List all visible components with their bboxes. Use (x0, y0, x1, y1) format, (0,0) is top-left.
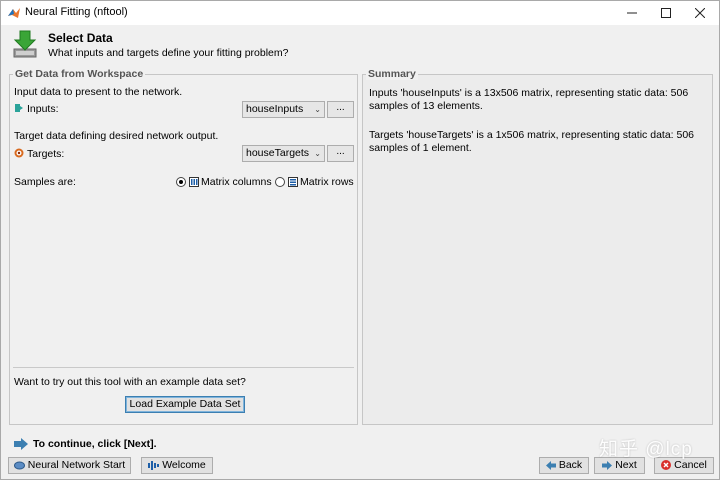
inputs-browse-button[interactable]: ... (327, 101, 354, 118)
matrix-rows-icon (288, 177, 298, 187)
nftool-window: Neural Fitting (nftool) Select Data What… (0, 0, 720, 480)
panel-divider (13, 367, 354, 368)
workspace-panel: Get Data from Workspace (9, 68, 358, 425)
example-prompt: Want to try out this tool with an exampl… (14, 376, 246, 388)
back-button[interactable]: Back (539, 457, 589, 474)
page-subtitle: What inputs and targets define your fitt… (48, 47, 289, 59)
next-arrow-icon (602, 460, 613, 470)
maximize-button[interactable] (649, 1, 683, 25)
back-label: Back (558, 459, 583, 471)
welcome-label: Welcome (162, 459, 206, 471)
window-title: Neural Fitting (nftool) (25, 6, 128, 18)
matrix-columns-radio[interactable] (176, 177, 186, 187)
watermark-text: 知乎 @lcp (599, 439, 693, 460)
matrix-columns-label[interactable]: Matrix columns (201, 176, 272, 188)
targets-prompt: Target data defining desired network out… (14, 130, 219, 142)
input-icon (15, 104, 23, 112)
targets-select[interactable]: houseTargets ⌄ (242, 145, 325, 162)
summary-inputs-text: Inputs 'houseInputs' is a 13x506 matrix,… (369, 87, 689, 112)
minimize-button[interactable] (615, 1, 649, 25)
welcome-icon (148, 460, 160, 470)
close-icon (695, 8, 705, 18)
matrix-rows-radio[interactable] (275, 177, 285, 187)
continue-hint: To continue, click [Next]. (33, 438, 157, 450)
title-bar: Neural Fitting (nftool) (1, 1, 719, 25)
load-example-button[interactable]: Load Example Data Set (125, 396, 245, 413)
maximize-icon (661, 8, 671, 18)
nn-start-label: Neural Network Start (27, 459, 126, 471)
inputs-select-value: houseInputs (246, 103, 304, 115)
workspace-panel-title: Get Data from Workspace (13, 68, 146, 80)
chevron-down-icon: ⌄ (314, 149, 321, 158)
summary-panel: Summary (362, 68, 713, 425)
info-arrow-icon (14, 438, 28, 450)
close-button[interactable] (683, 1, 717, 25)
matlab-icon (8, 8, 20, 18)
back-arrow-icon (545, 460, 556, 470)
nn-start-button[interactable]: Neural Network Start (8, 457, 131, 474)
download-arrow-icon (13, 30, 37, 58)
matrix-rows-label[interactable]: Matrix rows (300, 176, 354, 188)
inputs-prompt: Input data to present to the network. (14, 86, 183, 98)
minimize-icon (627, 12, 637, 14)
summary-targets-text: Targets 'houseTargets' is a 1x506 matrix… (369, 129, 695, 154)
cancel-icon (661, 460, 672, 471)
targets-browse-button[interactable]: ... (327, 145, 354, 162)
targets-label: Targets: (27, 148, 65, 160)
nn-start-icon (13, 461, 25, 470)
chevron-down-icon: ⌄ (314, 105, 321, 114)
inputs-select[interactable]: houseInputs ⌄ (242, 101, 325, 118)
summary-panel-title: Summary (366, 68, 418, 80)
matrix-columns-icon (189, 177, 199, 187)
welcome-button[interactable]: Welcome (141, 457, 213, 474)
target-icon (14, 148, 24, 158)
targets-select-value: houseTargets (246, 147, 310, 159)
inputs-label: Inputs: (27, 103, 59, 115)
page-title: Select Data (48, 31, 113, 45)
samples-label: Samples are: (14, 176, 76, 188)
